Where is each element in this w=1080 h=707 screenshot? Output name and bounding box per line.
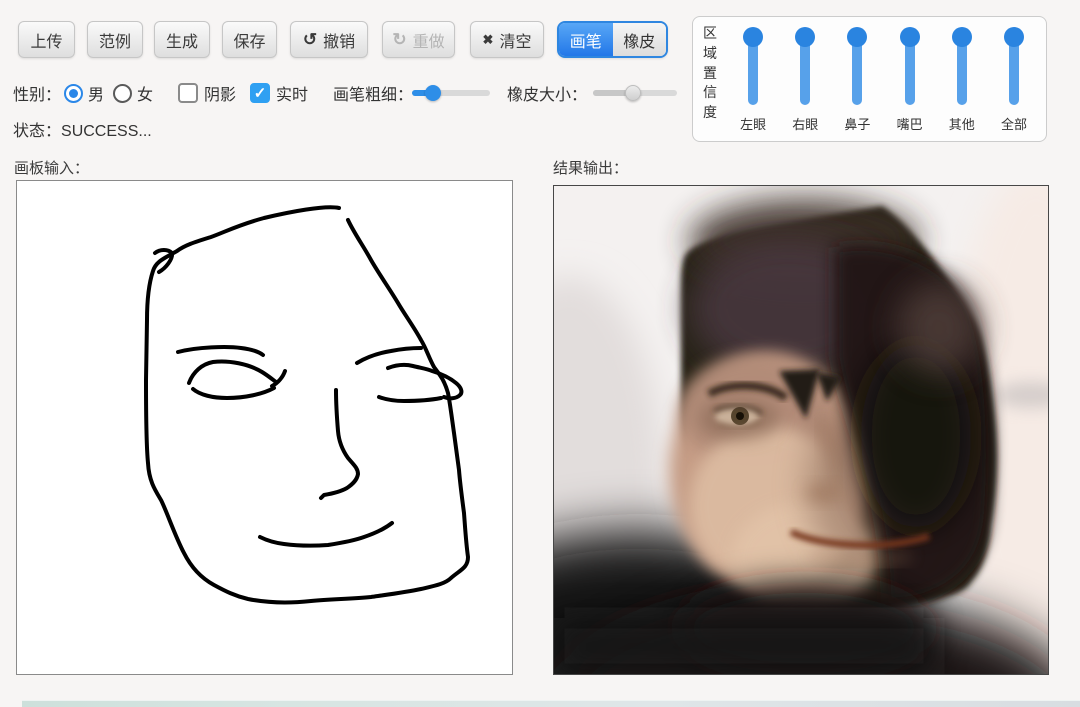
confidence-slider-thumb[interactable]	[900, 27, 920, 47]
sketch-svg	[17, 181, 512, 674]
confidence-panel-title: 区域置信度	[702, 24, 718, 123]
confidence-slider-column: 左眼	[727, 25, 779, 137]
undo-icon: ↺	[303, 31, 317, 48]
save-button[interactable]: 保存	[222, 21, 277, 58]
redo-icon: ↻	[392, 31, 406, 48]
confidence-slider-track[interactable]	[905, 33, 915, 105]
status-value: SUCCESS...	[61, 123, 152, 140]
eraser-tool-label: 橡皮	[623, 28, 655, 52]
confidence-slider-column: 全部	[988, 25, 1040, 137]
clear-button[interactable]: ✖ 清空	[470, 21, 544, 58]
confidence-slider-label: 鼻子	[844, 114, 870, 133]
confidence-slider-column: 鼻子	[831, 25, 883, 137]
confidence-panel: 区域置信度 左眼 右眼 鼻子 嘴巴 其他 全部	[692, 16, 1047, 142]
eraser-size-slider[interactable]	[593, 90, 677, 96]
clear-button-label: 清空	[499, 28, 531, 52]
confidence-slider-track[interactable]	[800, 33, 810, 105]
sketch-canvas[interactable]	[16, 180, 513, 675]
taskbar-edge-strip	[22, 700, 1080, 707]
upload-button-label: 上传	[30, 28, 62, 52]
confidence-slider-track[interactable]	[748, 33, 758, 105]
gender-label: 性别：	[13, 80, 61, 106]
save-button-label: 保存	[233, 28, 265, 52]
brush-size-label: 画笔粗细：	[333, 80, 413, 106]
redo-button[interactable]: ↻ 重做	[382, 21, 455, 58]
realtime-checkbox[interactable]: ✓	[250, 80, 270, 106]
brush-size-slider[interactable]	[412, 90, 490, 96]
confidence-slider-track[interactable]	[1009, 33, 1019, 105]
app-window: 上传 范例 生成 保存 ↺ 撤销 ↻ 重做 ✖ 清空 画笔 橡皮 性别： 男 女…	[0, 0, 1080, 707]
input-canvas-label: 画板输入：	[14, 157, 89, 178]
confidence-slider-thumb[interactable]	[795, 27, 815, 47]
brush-tool-label: 画笔	[570, 28, 602, 52]
clear-icon: ✖	[483, 33, 494, 46]
gender-radio-female[interactable]	[113, 80, 132, 106]
status-text: 状态：SUCCESS...	[13, 117, 152, 141]
result-panel	[553, 185, 1049, 675]
confidence-slider-thumb[interactable]	[952, 27, 972, 47]
shadow-label: 阴影	[204, 80, 236, 106]
eraser-tool-button[interactable]: 橡皮	[613, 23, 667, 56]
status-label: 状态：	[13, 123, 61, 140]
brush-size-slider-thumb[interactable]	[425, 85, 441, 101]
example-button-label: 范例	[99, 28, 131, 52]
confidence-slider-label: 右眼	[792, 114, 818, 133]
confidence-slider-label: 其他	[949, 114, 975, 133]
confidence-slider-track[interactable]	[957, 33, 967, 105]
confidence-slider-thumb[interactable]	[1004, 27, 1024, 47]
confidence-slider-column: 右眼	[779, 25, 831, 137]
example-button[interactable]: 范例	[87, 21, 143, 58]
eraser-size-label: 橡皮大小：	[507, 80, 587, 106]
upload-button[interactable]: 上传	[18, 21, 75, 58]
confidence-slider-thumb[interactable]	[847, 27, 867, 47]
confidence-slider-label: 嘴巴	[897, 114, 923, 133]
confidence-slider-label: 全部	[1001, 114, 1027, 133]
confidence-slider-column: 嘴巴	[884, 25, 936, 137]
tool-segmented-control: 画笔 橡皮	[557, 21, 668, 58]
gender-male-label: 男	[88, 80, 104, 106]
undo-button-label: 撤销	[323, 28, 355, 52]
brush-tool-button[interactable]: 画笔	[559, 23, 613, 56]
output-panel-label: 结果输出：	[553, 157, 628, 178]
confidence-slider-column: 其他	[936, 25, 988, 137]
confidence-sliders: 左眼 右眼 鼻子 嘴巴 其他 全部	[727, 25, 1040, 137]
result-image	[554, 186, 1048, 674]
eraser-size-slider-thumb[interactable]	[625, 85, 641, 101]
undo-button[interactable]: ↺ 撤销	[290, 21, 368, 58]
gender-female-label: 女	[137, 80, 153, 106]
confidence-slider-track[interactable]	[852, 33, 862, 105]
realtime-label: 实时	[276, 80, 308, 106]
generate-button-label: 生成	[166, 28, 198, 52]
confidence-slider-thumb[interactable]	[743, 27, 763, 47]
shadow-checkbox[interactable]	[178, 80, 198, 106]
confidence-slider-label: 左眼	[740, 114, 766, 133]
redo-button-label: 重做	[413, 28, 445, 52]
gender-radio-male[interactable]	[64, 80, 83, 106]
generate-button[interactable]: 生成	[154, 21, 210, 58]
